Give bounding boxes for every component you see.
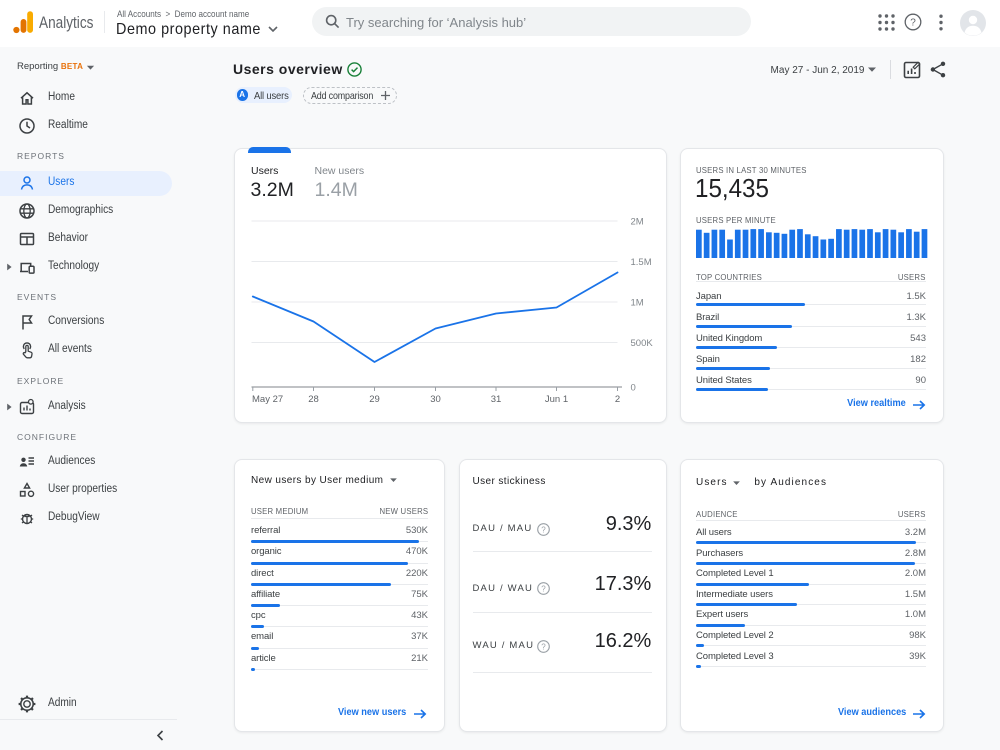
svg-text:500K: 500K bbox=[630, 338, 653, 349]
svg-text:2: 2 bbox=[614, 394, 619, 405]
svg-text:2M: 2M bbox=[630, 216, 643, 227]
svg-text:?: ? bbox=[541, 642, 546, 651]
svg-text:?: ? bbox=[910, 18, 916, 29]
svg-text:29: 29 bbox=[369, 394, 380, 405]
svg-text:28: 28 bbox=[308, 394, 319, 405]
svg-text:?: ? bbox=[541, 585, 546, 594]
svg-text:1M: 1M bbox=[630, 297, 643, 308]
svg-text:May 27: May 27 bbox=[252, 394, 283, 405]
svg-text:31: 31 bbox=[490, 394, 501, 405]
svg-text:1.5M: 1.5M bbox=[630, 257, 651, 268]
svg-text:0: 0 bbox=[630, 382, 635, 393]
svg-text:?: ? bbox=[541, 525, 546, 534]
svg-text:Jun 1: Jun 1 bbox=[544, 394, 567, 405]
svg-text:30: 30 bbox=[430, 394, 441, 405]
